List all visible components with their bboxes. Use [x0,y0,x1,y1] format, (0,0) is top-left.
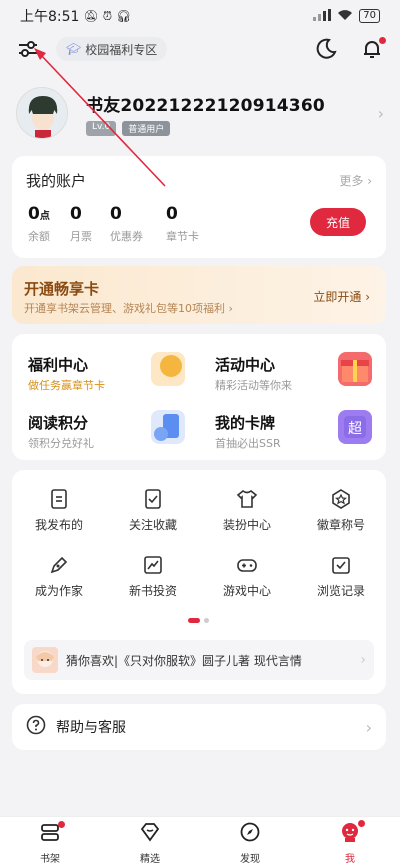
vip-title: 开通畅享卡 [24,280,100,298]
grid-item-dressup[interactable]: 装扮中心 [202,488,292,533]
stat-chapter-card[interactable]: 0 章节卡 [166,204,199,244]
help-label: 帮助与客服 [56,720,126,736]
card-deck-icon: 超 [338,410,372,444]
graduation-cap-icon: 🎓︎ [66,42,82,56]
stat-monthly-ticket[interactable]: 0 月票 [70,204,92,244]
grid-item-become-author[interactable]: 成为作家 [14,554,104,599]
coin-icon [151,352,185,386]
points-card-icon [151,410,185,444]
chevron-right-icon: › [377,103,384,123]
activity-center-item[interactable]: 活动中心 精彩活动等你来 [199,340,386,396]
bottom-tab-bar: 书架 精选 发现 我 [0,816,400,868]
me-face-icon [339,819,365,847]
recharge-button[interactable]: 充值 [310,208,366,236]
me-dot [358,819,365,827]
bookmark-check-icon [142,488,164,510]
recommend-banner[interactable]: 猜你喜欢|《只对你服软》圆子儿著 现代言情 › [24,640,374,680]
notification-bell-icon[interactable] [360,37,386,61]
profile-header[interactable]: 书友20221222120914360 Lv.0 普通用户 › [16,84,384,142]
book-cover-thumbnail [32,647,58,673]
alarm-icon: ⏰︎ [102,8,113,23]
history-icon [330,554,352,576]
svg-text:超: 超 [348,421,362,437]
tab-featured[interactable]: 精选 [100,817,200,868]
tab-me[interactable]: 我 [300,817,400,868]
feature-grid-card: 我发布的 关注收藏 装扮中心 徽章称号 成为作家 新书投资 游戏中心 浏览记录 … [12,470,386,694]
notification-dot [379,37,386,44]
compass-icon [239,821,261,847]
username: 书友20221222120914360 [86,95,325,116]
tab-discover[interactable]: 发现 [200,817,300,868]
account-more-link[interactable]: 更多 › [339,172,372,189]
chevron-right-icon: › [365,717,372,737]
shirt-icon [236,488,258,510]
night-mode-icon[interactable] [314,37,338,61]
wifi-icon [337,9,353,24]
grid-item-favorites[interactable]: 关注收藏 [108,488,198,533]
bookshelf-icon [39,820,65,847]
welfare-center-item[interactable]: 福利中心 做任务赢章节卡 [12,340,199,396]
diamond-icon [139,821,161,847]
top-bar: 🎓︎ 校园福利专区 [0,32,400,66]
welfare-card: 福利中心 做任务赢章节卡 活动中心 精彩活动等你来 阅读积分 领积分兑好礼 我的… [12,334,386,460]
account-card: 我的账户 更多 › 0点 余额 0 月票 0 优惠券 0 章节卡 充值 [12,156,386,258]
account-title: 我的账户 [26,172,87,190]
reading-points-item[interactable]: 阅读积分 领积分兑好礼 [12,398,199,454]
grid-item-game-center[interactable]: 游戏中心 [202,554,292,599]
status-bar: 上午8:51 🔕︎ ⏰︎ 🎧︎ 70 [0,0,400,32]
grid-item-book-investment[interactable]: 新书投资 [108,554,198,599]
recommend-text: 猜你喜欢|《只对你服软》圆子儿著 现代言情 [66,653,302,668]
mute-icon: 🔕︎ [83,9,99,23]
chevron-right-icon: › [360,652,366,668]
bookshelf-dot [58,820,65,828]
vip-desc: 开通享书架云管理、游戏礼包等10项福利 › [24,302,233,315]
pen-icon [48,554,70,576]
grid-item-history[interactable]: 浏览记录 [296,554,386,599]
grid-item-badges[interactable]: 徽章称号 [296,488,386,533]
battery-indicator: 70 [359,9,380,23]
gift-box-icon [338,352,372,386]
grid-item-my-posts[interactable]: 我发布的 [14,488,104,533]
tab-bookshelf[interactable]: 书架 [0,817,100,868]
badge-icon [330,488,352,510]
headphone-icon: 🎧︎ [116,9,132,23]
campus-label: 校园福利专区 [85,42,158,57]
status-time: 上午8:51 [20,9,80,25]
page-indicator [188,618,209,623]
campus-welfare-button[interactable]: 🎓︎ 校园福利专区 [56,37,168,61]
avatar[interactable] [16,87,68,139]
settings-sliders-icon[interactable] [16,37,40,61]
question-circle-icon [26,715,46,739]
document-icon [48,488,70,510]
level-badge: Lv.0 [86,120,117,136]
gamepad-icon [236,554,258,576]
help-service-row[interactable]: 帮助与客服 › [12,704,386,750]
vip-open-button[interactable]: 立即开通 › [313,288,370,305]
stat-coupon[interactable]: 0 优惠券 [110,204,143,244]
stat-balance[interactable]: 0点 余额 [28,204,50,244]
signal-icon [313,8,332,24]
chart-icon [142,554,164,576]
vip-banner[interactable]: 开通畅享卡 开通享书架云管理、游戏礼包等10项福利 › 立即开通 › [12,266,386,324]
user-type-badge: 普通用户 [122,120,171,136]
my-cards-item[interactable]: 我的卡牌 首抽必出SSR 超 [199,398,386,454]
